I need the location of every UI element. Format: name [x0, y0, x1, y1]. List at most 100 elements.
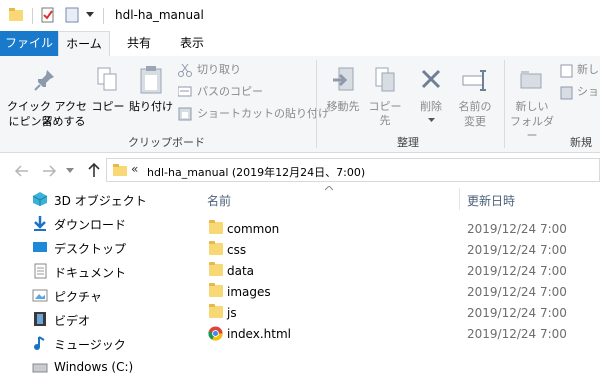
column-divider[interactable]	[459, 188, 460, 210]
nav-item-windows-c[interactable]: Windows (C:)	[30, 357, 190, 379]
nav-item-documents[interactable]: ドキュメント	[30, 261, 190, 283]
rename-label-2: 変更	[464, 115, 486, 128]
move-to-button[interactable]: 移動先	[322, 64, 362, 132]
file-row-images[interactable]: images 2019/12/24 7:00	[200, 282, 600, 303]
rename-label-1: 名前の	[458, 100, 492, 113]
file-name: common	[227, 222, 280, 236]
file-name: data	[227, 264, 255, 278]
pin-label-2: にピン留めする	[8, 115, 86, 128]
new-folder-label-2: フォルダー	[510, 115, 554, 142]
new-folder-icon[interactable]	[64, 7, 80, 23]
new-item-button[interactable]: 新し	[560, 62, 600, 80]
nav-item-videos[interactable]: ビデオ	[30, 309, 190, 331]
folder-icon	[209, 262, 223, 276]
file-name: js	[227, 306, 237, 320]
new-folder-button[interactable]: 新しい フォルダー	[508, 64, 556, 142]
copy-to-button[interactable]: コピー先	[364, 64, 404, 132]
organize-group-label: 整理	[397, 136, 419, 149]
nav-item-downloads[interactable]: ダウンロード	[30, 213, 190, 235]
new-folder-icon	[520, 71, 542, 89]
address-path: hdl-ha_manual (2019年12月24日、7:00)	[147, 166, 366, 179]
nav-label: 3D オブジェクト	[54, 194, 147, 208]
file-row-css[interactable]: css 2019/12/24 7:00	[200, 240, 600, 261]
move-to-icon	[333, 67, 354, 91]
nav-item-desktop[interactable]: デスクトップ	[30, 237, 190, 259]
chrome-icon	[208, 326, 223, 341]
3d-objects-icon	[32, 192, 48, 206]
up-arrow-icon[interactable]	[87, 162, 101, 178]
nav-label: ミュージック	[54, 338, 126, 352]
copy-button[interactable]: コピー	[90, 64, 126, 132]
nav-label: デスクトップ	[54, 242, 127, 256]
column-header-date-modified[interactable]: 更新日時	[467, 192, 515, 209]
file-row-common[interactable]: common 2019/12/24 7:00	[200, 219, 600, 240]
drive-icon	[32, 363, 48, 373]
title-bar: hdl-ha_manual	[0, 0, 600, 31]
folder-icon	[113, 164, 127, 176]
file-row-index-html[interactable]: index.html 2019/12/24 7:00	[200, 324, 600, 345]
column-header-name[interactable]: 名前	[207, 192, 231, 209]
nav-item-music[interactable]: ミュージック	[30, 333, 190, 355]
paste-shortcut-icon	[178, 107, 192, 121]
delete-chevron-icon	[428, 118, 435, 122]
copy-path-button[interactable]: パスのコピー	[178, 84, 298, 102]
new-item-label: 新し	[577, 63, 599, 76]
delete-x-icon	[421, 69, 441, 89]
easy-access-icon	[560, 86, 573, 100]
nav-label: ピクチャ	[54, 290, 102, 304]
copy-icon	[97, 67, 117, 91]
tab-file[interactable]: ファイル	[0, 31, 58, 56]
pin-icon	[34, 70, 54, 91]
ribbon: クイック アクセス にピン留めする コピー 貼り付け 切り取り パスのコピー シ…	[0, 56, 600, 153]
cut-label: 切り取り	[197, 63, 241, 76]
customize-toolbar-chevron-icon[interactable]	[86, 12, 94, 18]
document-icon	[34, 263, 47, 279]
folder-icon	[209, 220, 223, 234]
move-to-label: 移動先	[326, 100, 360, 113]
file-name: images	[227, 285, 271, 299]
new-item-icon	[560, 64, 573, 78]
paste-shortcut-button[interactable]: ショートカットの貼り付け	[178, 106, 329, 124]
group-separator	[504, 60, 505, 148]
easy-access-label: ショー	[577, 85, 600, 98]
folder-icon	[9, 8, 23, 21]
folder-icon	[209, 283, 223, 297]
video-icon	[34, 312, 46, 326]
file-date: 2019/12/24 7:00	[467, 264, 567, 278]
breadcrumb-overflow-chevron[interactable]: «	[131, 162, 138, 176]
recent-locations-chevron-icon[interactable]	[66, 168, 74, 174]
paste-button[interactable]: 貼り付け	[128, 64, 174, 132]
properties-icon[interactable]	[40, 7, 56, 23]
copy-path-icon	[178, 86, 192, 97]
back-arrow-icon[interactable]	[14, 164, 30, 178]
desktop-icon	[33, 242, 47, 252]
nav-item-pictures[interactable]: ピクチャ	[30, 285, 190, 307]
easy-access-button[interactable]: ショー	[560, 84, 600, 102]
delete-label: 削除	[420, 100, 442, 113]
file-date: 2019/12/24 7:00	[467, 285, 567, 299]
file-row-js[interactable]: js 2019/12/24 7:00	[200, 303, 600, 324]
music-icon	[34, 336, 45, 350]
tab-home[interactable]: ホーム	[58, 31, 110, 57]
file-row-data[interactable]: data 2019/12/24 7:00	[200, 261, 600, 282]
tab-share[interactable]: 共有	[115, 31, 163, 56]
window-title: hdl-ha_manual	[115, 8, 204, 22]
address-bar[interactable]: « hdl-ha_manual (2019年12月24日、7:00)	[106, 158, 600, 182]
group-separator	[316, 60, 317, 148]
file-date: 2019/12/24 7:00	[467, 306, 567, 320]
cut-button[interactable]: 切り取り	[178, 62, 298, 80]
copy-to-label: コピー先	[368, 100, 402, 127]
nav-label: ビデオ	[54, 314, 91, 328]
tab-view[interactable]: 表示	[166, 31, 218, 56]
nav-label: ドキュメント	[54, 266, 127, 280]
folder-icon	[209, 304, 223, 318]
nav-item-3d-objects[interactable]: 3D オブジェクト	[30, 189, 190, 211]
forward-arrow-icon[interactable]	[41, 164, 57, 178]
navigation-pane: 3D オブジェクト ダウンロード デスクトップ ドキュメント ピクチャ ビデオ …	[0, 189, 196, 374]
rename-button[interactable]: 名前の 変更	[452, 64, 498, 132]
new-group-label: 新規	[570, 136, 592, 149]
download-icon	[34, 216, 46, 231]
pin-to-quick-access-button[interactable]: クイック アクセス にピン留めする	[4, 64, 87, 132]
copy-to-icon	[375, 67, 395, 92]
delete-button[interactable]: 削除	[410, 64, 450, 132]
